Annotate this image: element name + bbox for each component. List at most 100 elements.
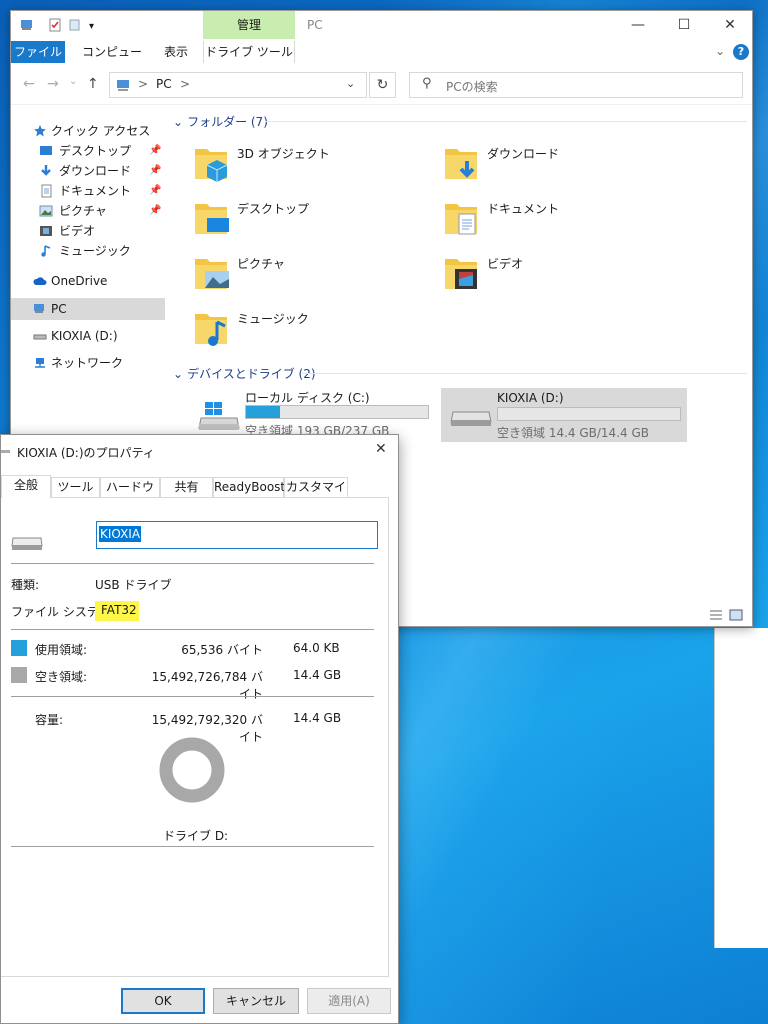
used-space-label: 使用領域:: [35, 643, 88, 657]
desktop-icon: [40, 146, 52, 155]
navigation-bar: ← → ⌄ ↑ > PC > ⌄ ↻ ⚲ PCの検索: [11, 63, 752, 105]
volume-label-text[interactable]: KIOXIA: [99, 526, 142, 542]
pin-icon: 📌: [149, 205, 162, 216]
folder-item-downloads[interactable]: ダウンロード: [423, 143, 663, 195]
usage-donut: [159, 737, 225, 803]
separator: [11, 563, 374, 564]
used-space-bytes: 65,536 バイト: [181, 643, 263, 657]
breadcrumb-separator: >: [138, 77, 149, 91]
tab-computer[interactable]: コンピューター: [77, 41, 147, 81]
capacity-label: 容量:: [35, 713, 64, 727]
used-space-swatch: [11, 640, 27, 656]
background-window: [714, 628, 768, 948]
pc-icon: [21, 20, 32, 30]
sidebar-item-quick-access[interactable]: クイック アクセス: [11, 121, 165, 141]
type-value: USB ドライブ: [95, 578, 172, 592]
dialog-tabs: 全般 ツール ハードウェア 共有 ReadyBoost カスタマイズ: [1, 475, 398, 512]
help-button[interactable]: ?: [733, 44, 749, 60]
drive-item-kioxia-d[interactable]: KIOXIA (D:) 空き領域 14.4 GB/14.4 GB: [441, 388, 687, 442]
sidebar-item-kioxia[interactable]: KIOXIA (D:): [11, 326, 165, 346]
folder-item-documents[interactable]: ドキュメント: [423, 198, 663, 250]
maximize-button[interactable]: ☐: [661, 11, 707, 41]
title-bar: ▾ 管理 PC — ☐ ✕: [11, 11, 752, 41]
recent-dropdown-icon[interactable]: ⌄: [69, 76, 77, 87]
tab-customize[interactable]: カスタマイズ: [284, 477, 348, 512]
search-box[interactable]: ⚲ PCの検索: [409, 72, 743, 98]
collapse-chevron-icon[interactable]: ⌄: [173, 367, 183, 381]
sidebar-item-videos[interactable]: ビデオ: [11, 221, 165, 241]
sidebar-item-downloads[interactable]: ダウンロード 📌: [11, 161, 165, 181]
folder-item-music[interactable]: ミュージック: [173, 308, 413, 360]
tab-general[interactable]: 全般: [1, 475, 51, 498]
tab-hardware[interactable]: ハードウェア: [100, 477, 160, 512]
folder-item-desktop[interactable]: デスクトップ: [173, 198, 413, 250]
folder-item-3d-objects[interactable]: 3D オブジェクト: [173, 143, 413, 195]
details-view-icon[interactable]: [709, 609, 723, 621]
minimize-button[interactable]: —: [615, 11, 661, 41]
videos-folder-icon: [445, 259, 477, 289]
separator: [11, 696, 374, 697]
usb-drive-icon: [33, 334, 47, 340]
search-input[interactable]: PCの検索: [446, 78, 498, 95]
collapse-chevron-icon[interactable]: ⌄: [173, 115, 183, 129]
usb-drive-icon: [450, 411, 492, 426]
window-title: PC: [307, 18, 323, 32]
documents-folder-icon: [445, 204, 477, 235]
ok-button[interactable]: OK: [121, 988, 205, 1014]
sidebar-item-music[interactable]: ミュージック: [11, 241, 165, 261]
tab-view[interactable]: 表示: [157, 41, 195, 63]
cancel-button[interactable]: キャンセル: [213, 988, 299, 1014]
folder-item-pictures[interactable]: ピクチャ: [173, 253, 413, 305]
back-arrow-icon[interactable]: ←: [23, 76, 35, 92]
free-space-label: 空き領域:: [35, 670, 88, 684]
windows-drive-icon: [198, 402, 240, 430]
new-folder-icon[interactable]: [67, 17, 83, 33]
apply-button[interactable]: 適用(A): [307, 988, 391, 1014]
sidebar-item-pictures[interactable]: ピクチャ 📌: [11, 201, 165, 221]
cloud-icon: [33, 277, 47, 285]
large-icons-view-icon[interactable]: [729, 609, 743, 621]
dialog-close-button[interactable]: ✕: [375, 441, 387, 457]
breadcrumb-pc[interactable]: PC: [156, 77, 172, 91]
dialog-title-bar: KIOXIA (D:)のプロパティ ✕: [1, 435, 398, 467]
separator: [11, 846, 374, 847]
sidebar-item-network[interactable]: ネットワーク: [11, 353, 165, 373]
address-dropdown-icon[interactable]: ⌄: [346, 77, 355, 90]
download-icon: [41, 165, 51, 176]
drive-usage-bar: [245, 405, 429, 419]
music-folder-icon: [195, 314, 227, 346]
close-button[interactable]: ✕: [707, 11, 753, 41]
tab-file[interactable]: ファイル: [11, 41, 65, 63]
sidebar-item-documents[interactable]: ドキュメント 📌: [11, 181, 165, 201]
tab-sharing[interactable]: 共有: [160, 477, 213, 497]
usb-drive-icon: [11, 537, 43, 550]
tab-drive-tools[interactable]: ドライブ ツール: [203, 41, 295, 63]
free-space-swatch: [11, 667, 27, 683]
drives-group-header[interactable]: ⌄ デバイスとドライブ (2): [173, 365, 316, 383]
sidebar-item-onedrive[interactable]: OneDrive: [11, 271, 165, 291]
up-arrow-icon[interactable]: ↑: [87, 76, 99, 92]
drive-item-local-disk-c[interactable]: ローカル ディスク (C:) 空き領域 193 GB/237 GB: [189, 386, 435, 440]
star-icon: [34, 125, 46, 137]
properties-icon[interactable]: [47, 17, 63, 33]
group-divider: [301, 373, 747, 374]
ribbon-expand-icon[interactable]: ⌄: [715, 44, 725, 58]
address-bar[interactable]: > PC > ⌄: [109, 72, 367, 98]
folder-item-videos[interactable]: ビデオ: [423, 253, 663, 305]
used-space-size: 64.0 KB: [293, 641, 340, 655]
pc-icon: [34, 304, 44, 313]
sidebar-item-desktop[interactable]: デスクトップ 📌: [11, 141, 165, 161]
volume-label-input[interactable]: KIOXIA: [96, 521, 378, 549]
context-tab-header: 管理: [203, 11, 295, 39]
folders-group-header[interactable]: ⌄ フォルダー (7): [173, 113, 268, 131]
drive-usage-fill: [246, 406, 280, 418]
drive-caption: ドライブ D:: [163, 829, 229, 843]
quick-access-dropdown-icon[interactable]: ▾: [89, 17, 94, 35]
breadcrumb-separator-end[interactable]: >: [180, 77, 190, 91]
refresh-button[interactable]: ↻: [369, 72, 396, 98]
sidebar-item-pc[interactable]: PC: [11, 298, 165, 320]
tab-tools[interactable]: ツール: [51, 477, 100, 497]
tab-readyboost[interactable]: ReadyBoost: [213, 477, 285, 497]
view-switcher: [709, 609, 743, 621]
forward-arrow-icon[interactable]: →: [47, 76, 59, 92]
